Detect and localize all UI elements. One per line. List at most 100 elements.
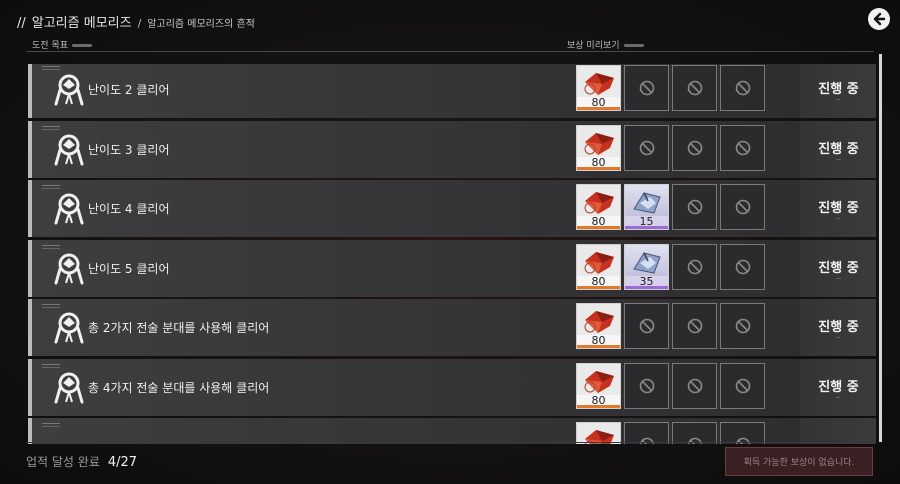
row-decor: [42, 185, 60, 189]
challenge-row: 난이도 5 클리어 80 35 진행 중 —: [28, 239, 876, 297]
reward-item[interactable]: 80: [576, 124, 621, 171]
reward-item[interactable]: 35: [624, 243, 669, 290]
reward-item[interactable]: 80: [576, 243, 621, 290]
core-dust-icon: [584, 73, 614, 95]
column-reward-preview: 보상 미리보기: [567, 38, 644, 51]
status-label: 진행 중: [818, 141, 859, 157]
reward-item[interactable]: 15: [624, 184, 669, 230]
reward-quantity: 35: [625, 275, 668, 289]
reward-slots: 80: [576, 124, 765, 171]
empty-slot-icon: [735, 378, 750, 393]
challenge-title: 난이도 4 클리어: [88, 202, 170, 216]
status-label: 진행 중: [818, 320, 859, 335]
claim-rewards-button[interactable]: 획득 가능한 보상이 없습니다.: [725, 447, 873, 476]
challenge-title: 난이도 5 클리어: [88, 261, 170, 276]
reward-item[interactable]: 80: [576, 303, 621, 349]
challenge-emblem-icon: [54, 253, 84, 284]
reward-slot-empty: [672, 362, 717, 409]
challenge-title: 난이도 2 클리어: [88, 83, 170, 97]
reward-slot-empty: [720, 362, 765, 409]
reward-slots: 80 15: [576, 184, 765, 230]
reward-slot-empty: [624, 303, 669, 349]
empty-slot-icon: [639, 80, 654, 96]
reward-slot-empty: [624, 422, 669, 444]
status-sublabel: —: [836, 216, 841, 222]
challenge-row: 총 2가지 전술 분대를 사용해 클리어 80 진행 중 —: [28, 299, 876, 356]
reward-item[interactable]: 80: [576, 184, 621, 230]
challenge-emblem-icon: [54, 134, 84, 165]
breadcrumb: // 알고리즘 메모리즈 / 알고리즘 메모리즈의 흔적: [17, 12, 255, 31]
row-decor: [42, 244, 60, 249]
status-label: 진행 중: [818, 379, 859, 395]
challenge-emblem-icon: [54, 372, 84, 403]
achievement-progress: 업적 달성 완료 4/27: [26, 453, 137, 470]
status-label: 진행 중: [818, 201, 859, 216]
challenge-title: 총 2가지 전술 분대를 사용해 클리어: [88, 321, 270, 335]
reward-item[interactable]: [576, 422, 621, 444]
core-dust-icon: [584, 192, 614, 214]
reward-quantity: 80: [577, 97, 620, 110]
breadcrumb-main[interactable]: 알고리즘 메모리즈: [32, 12, 132, 31]
empty-slot-icon: [687, 80, 702, 96]
achievement-label: 업적 달성 완료: [26, 455, 100, 469]
breadcrumb-separator: /: [137, 17, 142, 30]
row-decor: [42, 304, 60, 308]
empty-slot-icon: [639, 318, 654, 334]
reward-item[interactable]: 80: [576, 362, 621, 409]
component-item-icon: [633, 192, 661, 214]
challenge-row: 난이도 2 클리어 80 진행 중 —: [28, 64, 876, 118]
reward-slot-empty: [720, 422, 765, 444]
reward-slots: 80: [576, 303, 765, 349]
reward-slot-empty: [624, 362, 669, 409]
reward-slot-empty: [720, 303, 765, 349]
reward-quantity: 80: [577, 335, 620, 348]
challenge-emblem-icon: [54, 312, 84, 344]
reward-slot-empty: [720, 184, 765, 230]
reward-quantity: 15: [625, 216, 668, 229]
reward-slots: 80: [576, 65, 765, 111]
breadcrumb-prefix: //: [17, 16, 26, 31]
column-headers: 도전 목표 보상 미리보기: [26, 36, 874, 52]
challenge-emblem-icon: [54, 193, 84, 225]
footer-divider: [26, 442, 874, 443]
reward-slot-empty: [672, 243, 717, 290]
status-sublabel: —: [836, 97, 841, 103]
status-sublabel: —: [836, 335, 841, 341]
component-item-icon: [633, 251, 661, 274]
challenge-title: 총 4가지 전술 분대를 사용해 클리어: [88, 380, 270, 395]
column-challenge: 도전 목표: [32, 38, 92, 51]
empty-slot-icon: [639, 378, 654, 393]
core-dust-icon: [584, 311, 614, 333]
status-sublabel: —: [836, 156, 841, 163]
back-arrow-icon: [873, 12, 886, 26]
reward-slot-empty: [672, 65, 717, 111]
reward-slots: 80: [576, 362, 765, 409]
reward-quantity: 80: [577, 275, 620, 289]
reward-item[interactable]: 80: [576, 65, 621, 111]
status-label: 진행 중: [818, 260, 859, 276]
reward-slot-empty: [624, 65, 669, 111]
challenge-row: [28, 418, 876, 444]
empty-slot-icon: [735, 199, 750, 215]
empty-slot-icon: [687, 378, 702, 393]
status-sublabel: —: [836, 394, 841, 401]
empty-slot-icon: [735, 140, 750, 155]
achievement-value: 4/27: [107, 455, 138, 470]
core-dust-icon: [584, 251, 614, 274]
core-dust-icon: [584, 132, 614, 155]
challenge-list[interactable]: 난이도 2 클리어 80 진행 중 — 난이도 3 클리어 80 진행 중 — 난이도 4 클리…: [28, 64, 876, 444]
empty-slot-icon: [735, 318, 750, 334]
empty-slot-icon: [639, 140, 654, 155]
breadcrumb-sub: 알고리즘 메모리즈의 흔적: [147, 19, 255, 30]
empty-slot-icon: [687, 140, 702, 155]
reward-slot-empty: [720, 124, 765, 171]
status-sublabel: —: [836, 275, 841, 282]
back-button[interactable]: [868, 8, 890, 30]
status-label: 진행 중: [818, 82, 859, 97]
reward-quantity: 80: [577, 216, 620, 229]
empty-slot-icon: [687, 199, 702, 215]
row-decor: [42, 363, 60, 368]
empty-slot-icon: [687, 318, 702, 334]
scrollbar[interactable]: [879, 54, 882, 442]
reward-slot-empty: [672, 303, 717, 349]
